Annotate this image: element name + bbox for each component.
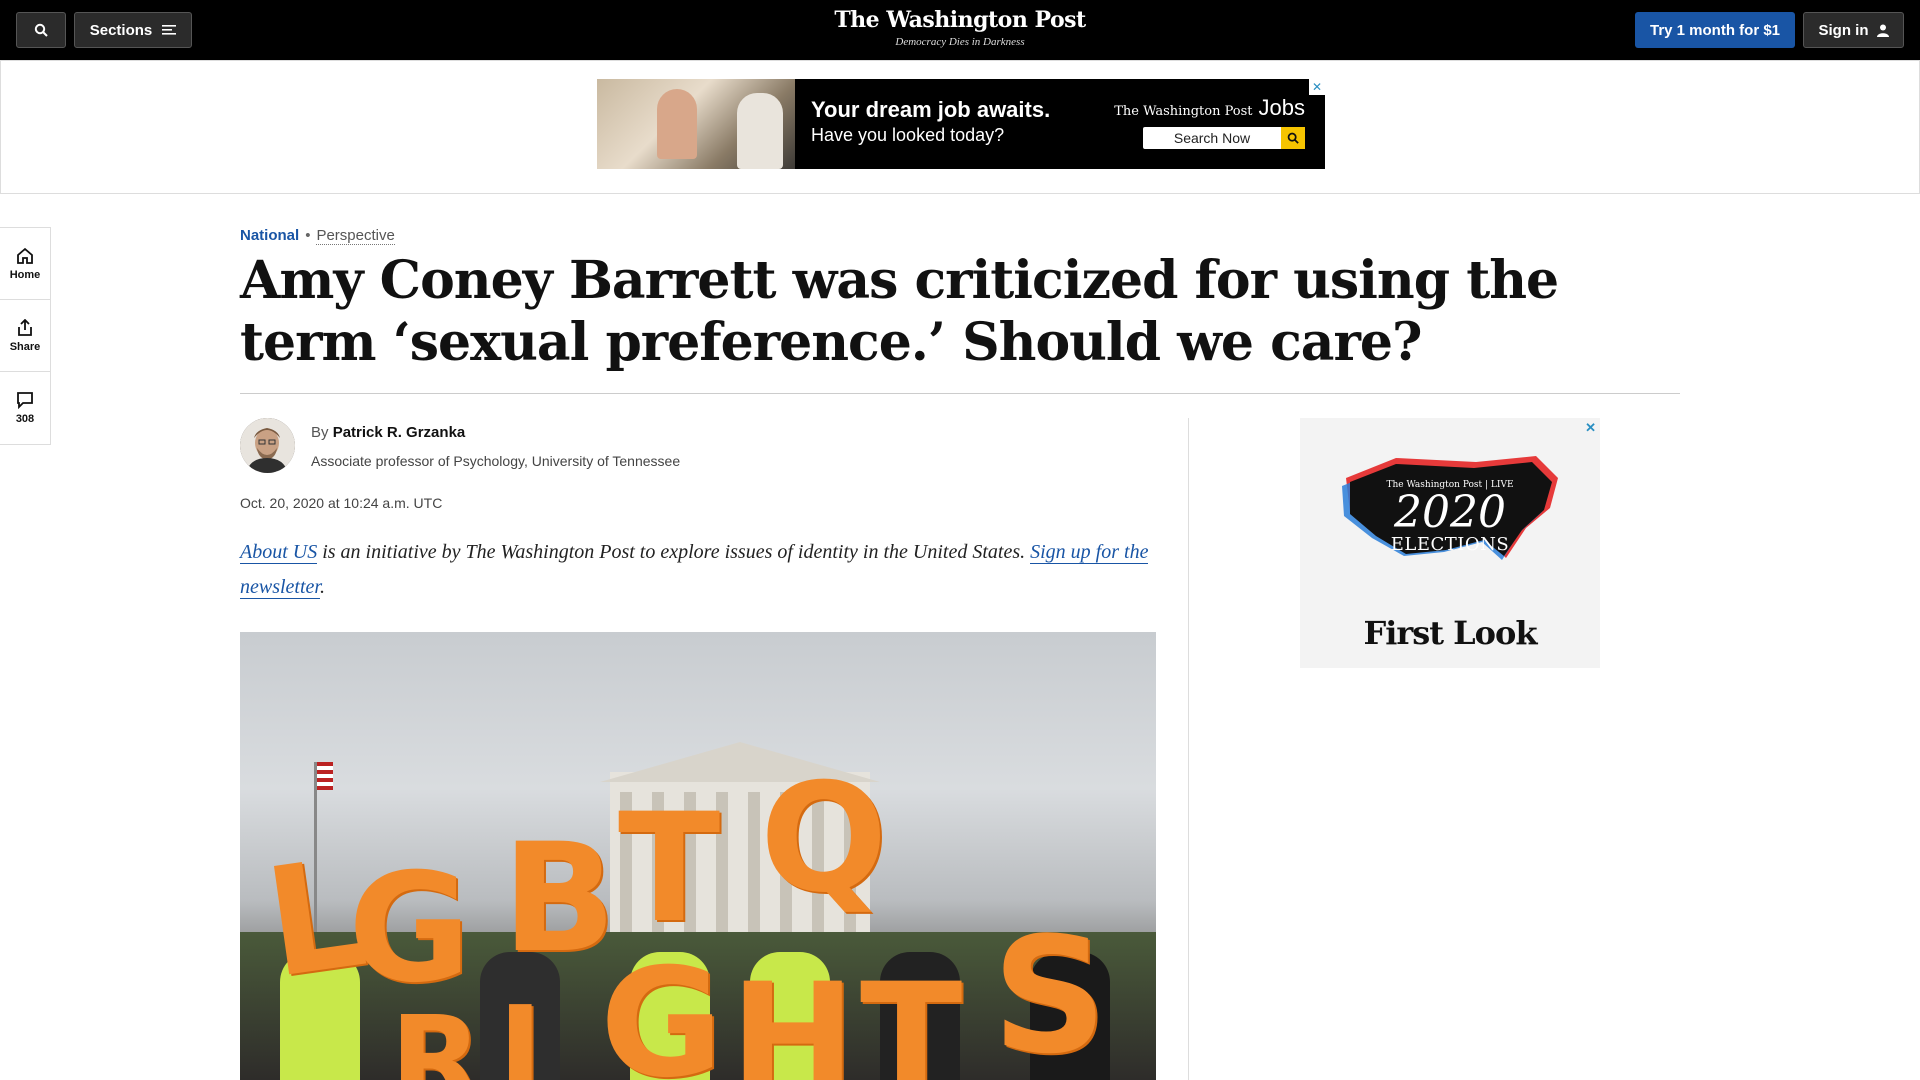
sign-letter: H [730, 952, 856, 1080]
site-logo[interactable]: The Washington Post [760, 4, 1160, 36]
sign-letter: G [348, 842, 472, 1016]
headline-divider [240, 393, 1680, 394]
ad-brand-suffix: Jobs [1258, 95, 1305, 120]
intro-end: . [320, 576, 325, 598]
article-kicker: National • Perspective [240, 227, 395, 245]
byline-prefix: By [311, 424, 329, 441]
rail-share-label: Share [9, 340, 41, 353]
top-navigation-bar: Sections The Washington Post Democracy D… [0, 0, 1920, 60]
rail-home-label: Home [9, 268, 41, 281]
us-flag [317, 762, 333, 790]
sign-in-button[interactable]: Sign in [1803, 12, 1904, 48]
user-icon [1876, 24, 1889, 37]
author-name-link[interactable]: Patrick R. Grzanka [333, 424, 466, 441]
perspective-label[interactable]: Perspective [316, 227, 395, 245]
ad-photo [597, 79, 795, 169]
comment-icon [17, 392, 33, 409]
sign-letter: G [600, 937, 724, 1080]
home-icon [17, 247, 33, 264]
ad-text: Your dream job awaits. Have you looked t… [795, 79, 1125, 169]
menu-icon [162, 25, 177, 35]
article-headline: Amy Coney Barrett was criticized for usi… [240, 250, 1559, 373]
elections-ad[interactable]: ✕ The Washington Post | LIVE 2020 ELECTI… [1300, 418, 1600, 668]
ad-close-icon[interactable]: ✕ [1585, 420, 1596, 436]
rail-comments-button[interactable]: 308 [0, 372, 50, 444]
ad-subline: Have you looked today? [811, 125, 1005, 145]
ad-close-icon[interactable]: ✕ [1309, 79, 1325, 95]
ad-year: 2020 [1394, 487, 1506, 538]
about-us-link[interactable]: About US [240, 541, 318, 564]
masthead[interactable]: The Washington Post Democracy Dies in Da… [760, 4, 1160, 48]
intro-text: is an initiative by The Washington Post … [317, 541, 1031, 563]
kicker-separator: • [305, 227, 311, 244]
search-button[interactable] [16, 12, 66, 48]
sections-label: Sections [89, 21, 153, 39]
site-tagline: Democracy Dies in Darkness [895, 36, 1025, 48]
section-link[interactable]: National [240, 227, 299, 244]
sign-letter: R [390, 992, 483, 1080]
ad-first-look: First Look [1363, 614, 1537, 652]
comments-count: 308 [15, 413, 35, 425]
sign-letter: I [498, 982, 543, 1080]
byline: By Patrick R. Grzanka [311, 424, 465, 441]
subscribe-button[interactable]: Try 1 month for $1 [1635, 12, 1795, 48]
ad-search-now-button[interactable]: Search Now [1143, 127, 1305, 149]
jobs-banner-ad[interactable]: Your dream job awaits. Have you looked t… [597, 79, 1325, 169]
sign-letter: S [992, 902, 1108, 1080]
left-rail: Home Share 308 [0, 227, 51, 445]
sections-button[interactable]: Sections [74, 12, 192, 48]
sign-letter: T [860, 952, 963, 1080]
sign-letter: Q [760, 752, 888, 926]
ad-brand: The Washington Post Jobs [1114, 95, 1305, 120]
sign-in-label: Sign in [1818, 21, 1869, 39]
share-icon [18, 318, 32, 336]
ad-elections-label: ELECTIONS [1390, 534, 1510, 555]
rail-share-button[interactable]: Share [0, 300, 50, 372]
author-description: Associate professor of Psychology, Unive… [311, 453, 681, 469]
author-avatar[interactable] [240, 418, 295, 473]
hero-photo[interactable]: L G B T Q R I G H T S [240, 632, 1156, 1080]
ad-right: The Washington Post Jobs Search Now [1114, 79, 1325, 169]
search-icon [1281, 127, 1305, 149]
ad-headline: Your dream job awaits. [811, 97, 1051, 122]
sign-letter: T [618, 782, 721, 956]
rail-home-button[interactable]: Home [0, 228, 50, 300]
top-ad-container: Your dream job awaits. Have you looked t… [0, 60, 1920, 194]
publish-date: Oct. 20, 2020 at 10:24 a.m. UTC [240, 495, 443, 511]
article-intro: About US is an initiative by The Washing… [240, 535, 1160, 605]
ad-search-label: Search Now [1173, 130, 1251, 146]
search-icon [34, 23, 48, 37]
column-divider [1188, 418, 1189, 1080]
